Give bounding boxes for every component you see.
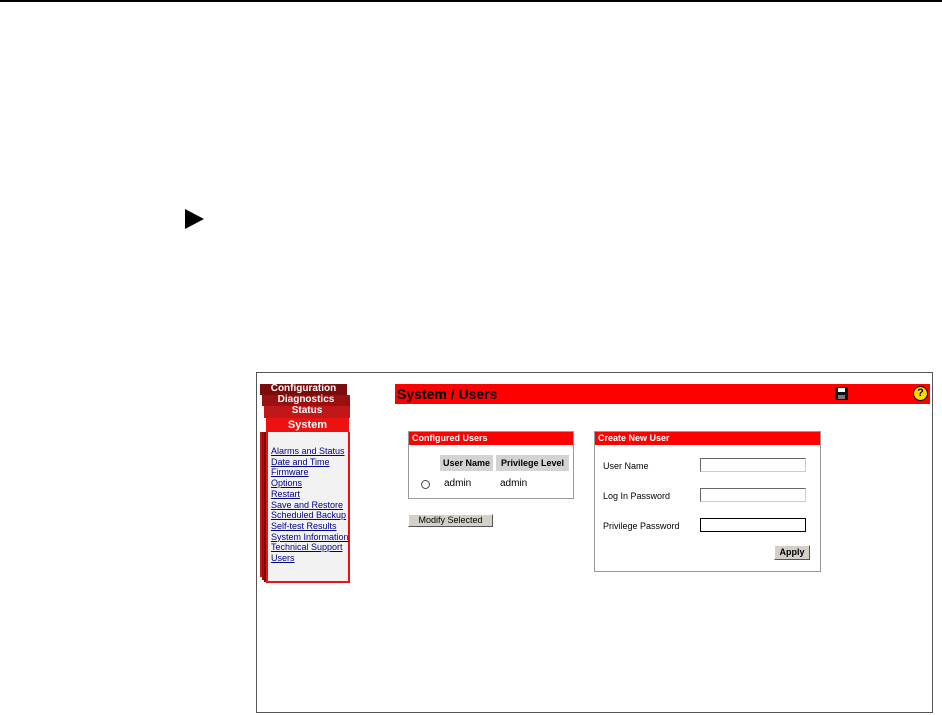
configured-users-title: Configured Users bbox=[409, 432, 573, 445]
tab-system[interactable]: System bbox=[266, 418, 349, 432]
column-header-privilege-level: Privilege Level bbox=[496, 455, 569, 471]
page-title: System / Users bbox=[397, 386, 498, 402]
menu-item-alarms-and-status[interactable]: Alarms and Status bbox=[271, 446, 348, 457]
menu-item-technical-support[interactable]: Technical Support bbox=[271, 542, 348, 553]
screenshot-frame: Configuration Diagnostics Status System … bbox=[256, 372, 933, 713]
privilege-password-label: Privilege Password bbox=[603, 521, 680, 531]
menu-item-restart[interactable]: Restart bbox=[271, 489, 348, 500]
system-menu: Alarms and Status Date and Time Firmware… bbox=[266, 432, 350, 583]
help-icon[interactable]: ? bbox=[913, 386, 928, 401]
menu-item-options[interactable]: Options bbox=[271, 478, 348, 489]
user-row-radio[interactable] bbox=[421, 480, 430, 489]
column-header-user-name: User Name bbox=[440, 455, 493, 471]
top-rule bbox=[0, 0, 942, 2]
save-icon-slot bbox=[838, 395, 845, 399]
user-name-input[interactable] bbox=[700, 458, 806, 472]
create-new-user-panel: Create New User User Name Log In Passwor… bbox=[594, 431, 821, 572]
login-password-input[interactable] bbox=[700, 488, 806, 502]
menu-item-scheduled-backup[interactable]: Scheduled Backup bbox=[271, 510, 348, 521]
tab-status[interactable]: Status bbox=[264, 406, 350, 418]
create-new-user-title: Create New User bbox=[595, 432, 820, 445]
login-password-label: Log In Password bbox=[603, 491, 671, 501]
apply-button[interactable]: Apply bbox=[774, 545, 810, 560]
user-name-label: User Name bbox=[603, 461, 649, 471]
bullet-arrow-icon bbox=[185, 209, 204, 229]
menu-item-firmware[interactable]: Firmware bbox=[271, 467, 348, 478]
configured-users-panel: Configured Users User Name Privilege Lev… bbox=[408, 431, 574, 499]
menu-item-date-and-time[interactable]: Date and Time bbox=[271, 457, 348, 468]
modify-selected-button[interactable]: Modify Selected bbox=[408, 514, 493, 527]
page-header: System / Users ? bbox=[395, 384, 930, 404]
cell-user-name: admin bbox=[444, 478, 472, 489]
menu-item-self-test-results[interactable]: Self-test Results bbox=[271, 521, 348, 532]
privilege-password-input[interactable] bbox=[700, 518, 806, 532]
menu-item-system-information[interactable]: System Information bbox=[271, 532, 349, 543]
menu-item-save-and-restore[interactable]: Save and Restore bbox=[271, 500, 348, 511]
save-icon-label bbox=[838, 388, 845, 392]
save-icon[interactable] bbox=[835, 387, 848, 400]
cell-privilege-level: admin bbox=[500, 478, 528, 489]
menu-item-users[interactable]: Users bbox=[271, 553, 348, 564]
